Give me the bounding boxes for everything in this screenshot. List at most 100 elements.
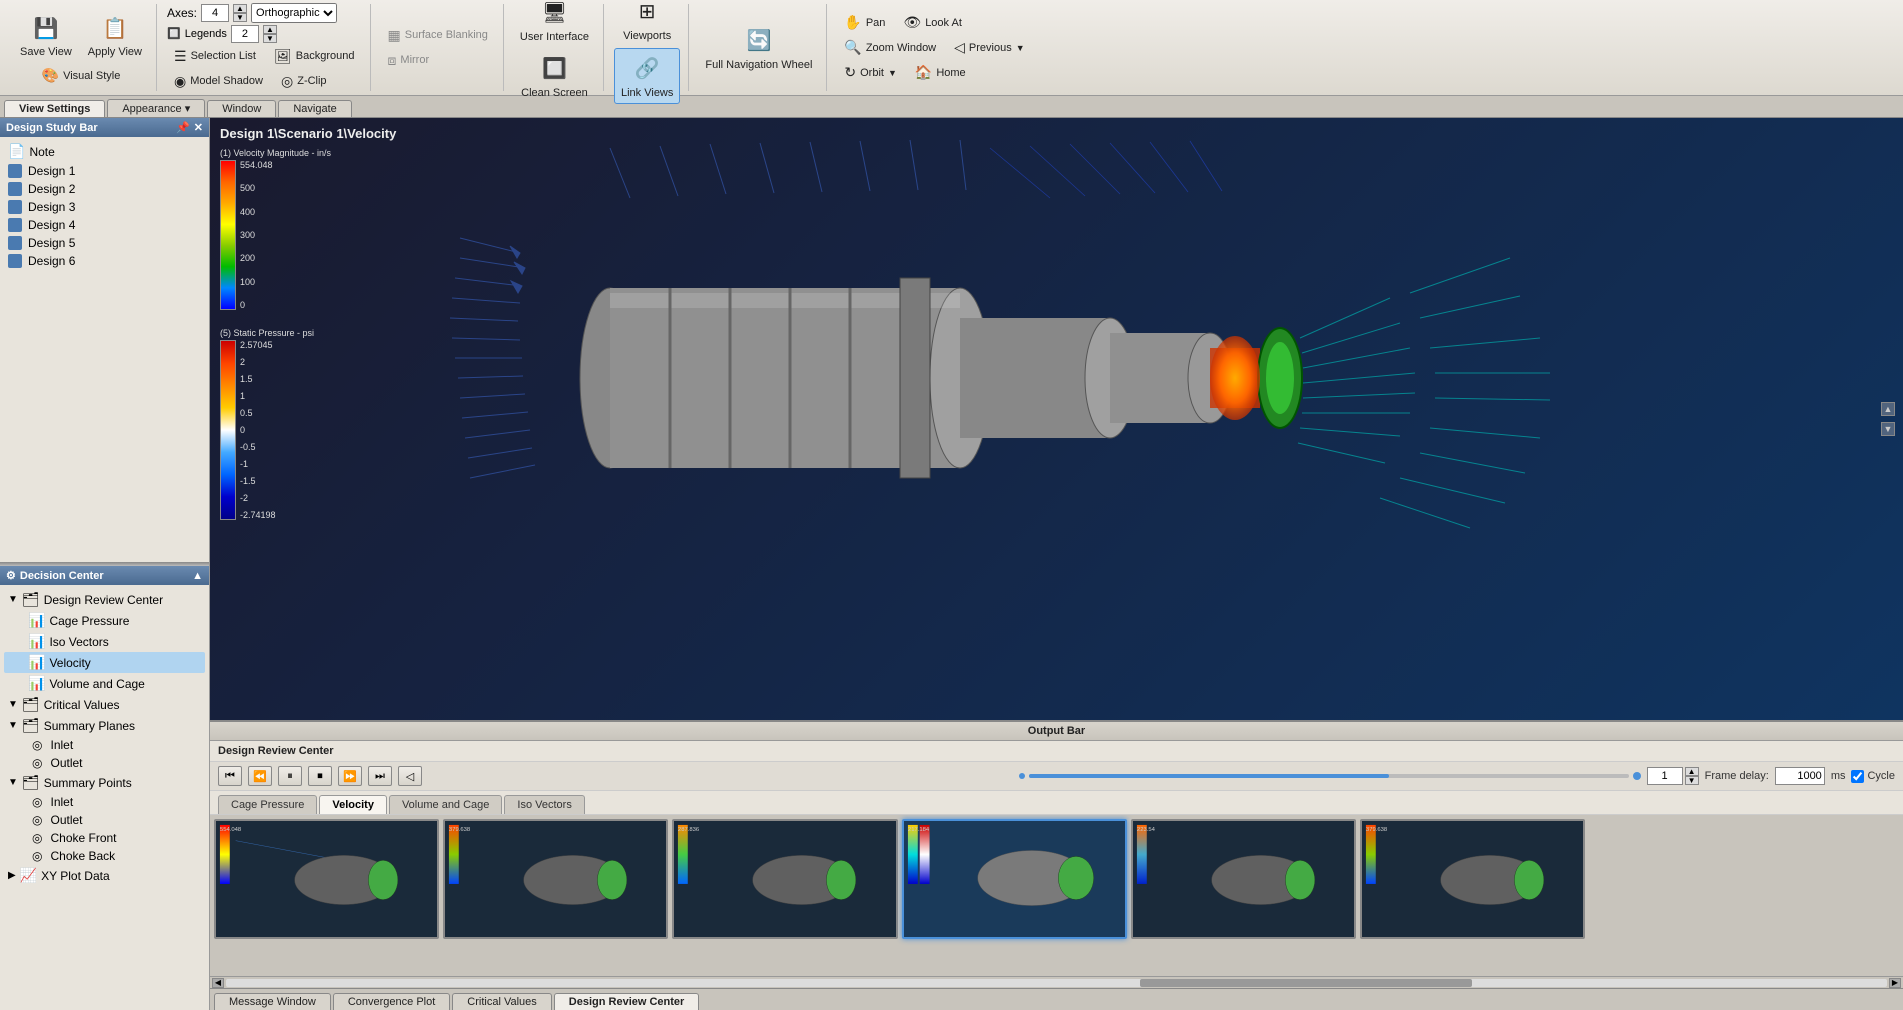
- look-at-button[interactable]: 👁 Look At: [896, 11, 968, 34]
- spts-outlet-item[interactable]: ◎ Outlet: [4, 811, 205, 829]
- bottom-tab-message-window[interactable]: Message Window: [214, 993, 331, 1010]
- output-tab-volume-cage[interactable]: Volume and Cage: [389, 795, 502, 814]
- pan-icon: ✋: [844, 14, 861, 31]
- home-button[interactable]: 🏠 Home: [908, 61, 973, 84]
- cage-pressure-item[interactable]: 📊 Cage Pressure: [4, 610, 205, 631]
- user-interface-button[interactable]: 🖥 User Interface: [514, 0, 595, 47]
- mirror-button[interactable]: ⧈ Mirror: [381, 49, 495, 72]
- media-forward-button[interactable]: ⏩: [338, 766, 362, 786]
- look-at-label: Look At: [925, 17, 962, 29]
- bottom-tab-convergence-plot[interactable]: Convergence Plot: [333, 993, 450, 1010]
- thumbnail-1[interactable]: 554.048: [214, 819, 439, 939]
- media-expand-button[interactable]: ◁: [398, 766, 422, 786]
- thumbnail-5[interactable]: 223.54: [1131, 819, 1356, 939]
- close-icon[interactable]: ✕: [194, 121, 203, 134]
- projection-select[interactable]: Orthographic Perspective: [251, 3, 337, 23]
- axes-input[interactable]: [201, 4, 229, 22]
- legends-input[interactable]: [231, 25, 259, 43]
- axes-down[interactable]: ▼: [233, 13, 247, 22]
- summary-planes-item[interactable]: ▼ 🗂 Summary Planes: [4, 715, 205, 736]
- volume-cage-item[interactable]: 📊 Volume and Cage: [4, 673, 205, 694]
- design-4-item[interactable]: Design 4: [4, 216, 205, 234]
- tab-navigate[interactable]: Navigate: [278, 100, 351, 117]
- bottom-tab-design-review-center[interactable]: Design Review Center: [554, 993, 700, 1010]
- panel-header-icons[interactable]: 📌 ✕: [176, 121, 203, 134]
- scroll-left-btn[interactable]: ◀: [212, 978, 224, 988]
- frame-delay-input[interactable]: [1775, 767, 1825, 785]
- thumbnail-scrollbar[interactable]: ◀ ▶: [210, 976, 1903, 988]
- design-6-item[interactable]: Design 6: [4, 252, 205, 270]
- full-nav-wheel-button[interactable]: 🔄 Full Navigation Wheel: [699, 21, 818, 75]
- sp-inlet-item[interactable]: ◎ Inlet: [4, 736, 205, 754]
- choke-front-item[interactable]: ◎ Choke Front: [4, 829, 205, 847]
- media-stop-button[interactable]: ⏹: [308, 766, 332, 786]
- pin-icon[interactable]: 📌: [176, 121, 190, 134]
- thumbnail-2[interactable]: 379.638: [443, 819, 668, 939]
- spts-inlet-item[interactable]: ◎ Inlet: [4, 793, 205, 811]
- scroll-thumb[interactable]: [1140, 979, 1472, 987]
- frame-number-input[interactable]: [1647, 767, 1683, 785]
- link-views-button[interactable]: 🔗 Link Views: [614, 48, 680, 104]
- design-2-item[interactable]: Design 2: [4, 180, 205, 198]
- summary-points-item[interactable]: ▼ 🗂 Summary Points: [4, 772, 205, 793]
- tab-window[interactable]: Window: [207, 100, 276, 117]
- nav-up-arrow[interactable]: ▲: [1881, 402, 1895, 416]
- nav-down-arrow[interactable]: ▼: [1881, 422, 1895, 436]
- surface-blanking-button[interactable]: ▦ Surface Blanking: [381, 24, 495, 47]
- axes-up[interactable]: ▲: [233, 4, 247, 13]
- viewports-button[interactable]: ⊞ Viewports: [617, 0, 677, 46]
- sp-outlet-item[interactable]: ◎ Outlet: [4, 754, 205, 772]
- velocity-item[interactable]: 📊 Velocity: [4, 652, 205, 673]
- zoom-window-button[interactable]: 🔍 Zoom Window: [837, 36, 943, 59]
- z-clip-button[interactable]: ◎ Z-Clip: [274, 70, 334, 93]
- media-rewind-button[interactable]: ⏪: [248, 766, 272, 786]
- output-tab-iso-vectors[interactable]: Iso Vectors: [504, 795, 584, 814]
- decision-collapse[interactable]: ▲: [192, 570, 203, 582]
- apply-view-button[interactable]: 📋 Apply View: [82, 8, 148, 62]
- model-shadow-button[interactable]: ◉ Model Shadow: [167, 70, 270, 93]
- previous-dropdown[interactable]: ▼: [1016, 43, 1025, 53]
- progress-thumb[interactable]: [1633, 772, 1641, 780]
- thumbnail-6[interactable]: 379.638: [1360, 819, 1585, 939]
- viewport[interactable]: Design 1\Scenario 1\Velocity (1) Velocit…: [210, 118, 1903, 720]
- scroll-right-btn[interactable]: ▶: [1889, 978, 1901, 988]
- tab-view-settings[interactable]: View Settings: [4, 100, 105, 117]
- visual-style-button[interactable]: 🎨 Visual Style: [35, 64, 128, 87]
- choke-back-item[interactable]: ◎ Choke Back: [4, 847, 205, 865]
- thumbnail-3[interactable]: 287.836: [672, 819, 897, 939]
- media-rewind-end-button[interactable]: ⏮: [218, 766, 242, 786]
- frame-down-btn[interactable]: ▼: [1685, 776, 1699, 785]
- volume-cage-icon: 📊: [28, 675, 45, 692]
- bottom-tab-critical-values[interactable]: Critical Values: [452, 993, 552, 1010]
- orbit-dropdown[interactable]: ▼: [888, 68, 897, 78]
- iso-vectors-item[interactable]: 📊 Iso Vectors: [4, 631, 205, 652]
- thumbnail-4[interactable]: 217.184: [902, 819, 1127, 939]
- output-tab-cage-pressure[interactable]: Cage Pressure: [218, 795, 317, 814]
- xy-plot-data-item[interactable]: ▶ 📈 XY Plot Data: [4, 865, 205, 886]
- tab-appearance[interactable]: Appearance ▾: [107, 99, 205, 117]
- selection-list-button[interactable]: ☰ Selection List: [167, 45, 263, 68]
- design-5-item[interactable]: Design 5: [4, 234, 205, 252]
- design-1-item[interactable]: Design 1: [4, 162, 205, 180]
- scroll-track[interactable]: [226, 979, 1887, 987]
- note-item[interactable]: 📄 Note: [4, 141, 205, 162]
- pan-button[interactable]: ✋ Pan: [837, 11, 892, 34]
- cycle-checkbox[interactable]: [1851, 770, 1864, 783]
- previous-button[interactable]: ◁ Previous ▼: [947, 36, 1032, 59]
- legends-down[interactable]: ▼: [263, 34, 277, 43]
- media-forward-end-button[interactable]: ⏭: [368, 766, 392, 786]
- svg-text:379.638: 379.638: [449, 827, 471, 833]
- progress-bar[interactable]: [1029, 774, 1629, 778]
- design-3-item[interactable]: Design 3: [4, 198, 205, 216]
- clean-screen-button[interactable]: 🔲 Clean Screen: [515, 49, 594, 103]
- orbit-button[interactable]: ↻ Orbit ▼: [837, 61, 904, 84]
- media-pause-button[interactable]: ⏸: [278, 766, 302, 786]
- legends-up[interactable]: ▲: [263, 25, 277, 34]
- nav-wheel-icon: 🔄: [743, 25, 775, 57]
- save-view-button[interactable]: 💾 Save View: [14, 8, 78, 62]
- critical-values-item[interactable]: ▼ 🗂 Critical Values: [4, 694, 205, 715]
- design-review-center-item[interactable]: ▼ 🗂 Design Review Center: [4, 589, 205, 610]
- output-tab-velocity[interactable]: Velocity: [319, 795, 387, 814]
- background-button[interactable]: 🖼 Background: [267, 45, 362, 68]
- frame-up-btn[interactable]: ▲: [1685, 767, 1699, 776]
